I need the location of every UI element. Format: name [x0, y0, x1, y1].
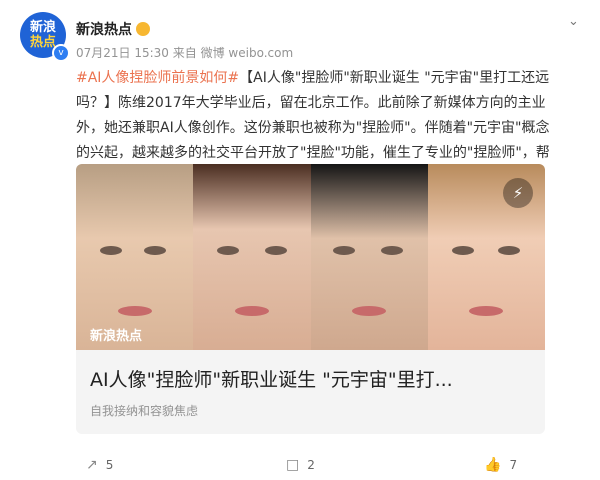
post-time[interactable]: 07月21日 15:30	[76, 46, 169, 60]
chevron-down-icon[interactable]: ⌄	[568, 14, 579, 29]
weibo-post-card: 新浪 热点 v 新浪热点 07月21日 15:30 来自 微博 weibo.co…	[0, 0, 600, 480]
source-prefix: 来自	[172, 46, 197, 60]
comment-count: 2	[307, 458, 315, 472]
thumbs-up-icon: 👍	[484, 457, 502, 473]
share-count: 5	[105, 458, 114, 472]
hashtag-link[interactable]: #AI人像捏脸师前景如何#	[76, 70, 239, 86]
like-count: 7	[509, 458, 518, 472]
emoji-icon	[136, 22, 150, 36]
avatar-text-line1: 新浪	[29, 20, 56, 35]
username-row[interactable]: 新浪热点	[76, 19, 150, 39]
post-meta: 07月21日 15:30 来自 微博 weibo.com	[76, 44, 293, 61]
image-watermark: 新浪热点	[90, 329, 143, 344]
portrait-3	[310, 164, 428, 350]
username[interactable]: 新浪热点	[76, 22, 132, 38]
comment-icon: □	[286, 457, 300, 473]
share-button[interactable]: ↗ 5	[86, 457, 113, 473]
portrait-1	[76, 164, 194, 350]
link-card-subtitle: 自我接纳和容貌焦虑	[90, 404, 199, 418]
link-card-title[interactable]: AI人像"捏脸师"新职业诞生 "元宇宙"里打...	[90, 365, 453, 392]
verified-badge-icon: v	[52, 44, 70, 62]
post-image[interactable]	[76, 164, 545, 350]
like-button[interactable]: 👍 7	[484, 457, 517, 473]
link-card[interactable]: AI人像"捏脸师"新职业诞生 "元宇宙"里打... 自我接纳和容貌焦虑	[76, 350, 545, 434]
portrait-2	[193, 164, 311, 350]
comment-button[interactable]: □ 2	[286, 457, 315, 473]
post-source: 微博 weibo.com	[200, 46, 294, 60]
lightning-icon[interactable]: ⚡	[503, 178, 533, 208]
share-icon: ↗	[86, 457, 98, 473]
